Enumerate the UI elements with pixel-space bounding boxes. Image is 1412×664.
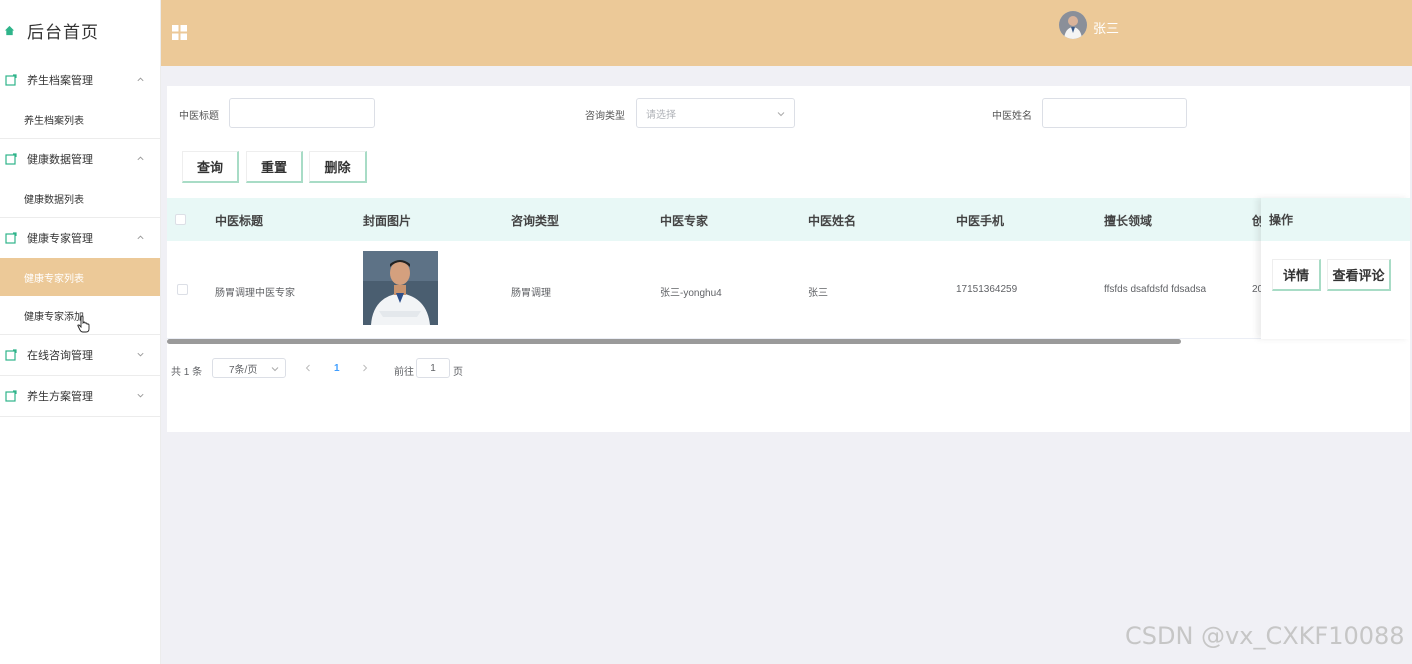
- content-panel: 中医标题 咨询类型 请选择 中医姓名 查询 重置 删除 中医标题 封面图片 咨询…: [167, 86, 1410, 432]
- sidebar-item-expert-list[interactable]: 健康专家列表: [0, 258, 160, 296]
- cell-title: 肠胃调理中医专家: [215, 288, 295, 299]
- title-search-input[interactable]: [229, 98, 375, 128]
- query-button[interactable]: 查询: [182, 151, 239, 183]
- menu-experts-label: 健康专家管理: [27, 233, 93, 245]
- page-unit-label: 页: [453, 367, 463, 378]
- select-all-checkbox[interactable]: [175, 214, 186, 225]
- table-row: 肠胃调理中医专家 肠胃调理 张三-yonghu4 张三 17151364259 …: [167, 241, 1410, 339]
- next-page-icon[interactable]: [361, 364, 369, 372]
- menu-group-consult: 在线咨询管理: [0, 335, 160, 376]
- goto-page-input[interactable]: 1: [416, 358, 450, 378]
- chevron-down-icon: [137, 352, 144, 357]
- type-search-label: 咨询类型: [585, 111, 625, 122]
- chevron-down-icon: [777, 112, 785, 117]
- current-page[interactable]: 1: [334, 363, 340, 374]
- chevron-down-icon: [137, 393, 144, 398]
- grid-menu-icon[interactable]: [172, 25, 187, 40]
- horizontal-scrollbar[interactable]: [167, 339, 1181, 344]
- sidebar-item-archive-list[interactable]: 养生档案列表: [0, 100, 160, 138]
- menu-archive-label: 养生档案管理: [27, 75, 93, 87]
- menu-health-data-manage[interactable]: 健康数据管理: [0, 139, 160, 179]
- goto-label: 前往: [394, 367, 414, 378]
- avatar[interactable]: [1059, 11, 1087, 39]
- folder-icon: [5, 74, 17, 86]
- cell-name: 张三: [808, 288, 828, 299]
- menu-group-plan: 养生方案管理: [0, 376, 160, 417]
- col-cover: 封面图片: [363, 214, 412, 228]
- col-title: 中医标题: [215, 214, 264, 228]
- top-header: 张三: [161, 0, 1412, 66]
- menu-health-data-label: 健康数据管理: [27, 154, 93, 166]
- folder-icon: [5, 390, 17, 402]
- table-header: 中医标题 封面图片 咨询类型 中医专家 中医姓名 中医手机 擅长领域 创: [167, 198, 1410, 241]
- home-icon: [4, 25, 15, 35]
- type-select-placeholder: 请选择: [646, 109, 676, 121]
- cover-image: [363, 251, 438, 325]
- reset-button[interactable]: 重置: [246, 151, 303, 183]
- chevron-up-icon: [137, 77, 144, 82]
- cell-type: 肠胃调理: [511, 288, 551, 299]
- menu-archive-manage[interactable]: 养生档案管理: [0, 60, 160, 100]
- cell-phone: 17151364259: [956, 284, 1018, 295]
- folder-icon: [5, 153, 17, 165]
- watermark: CSDN @vx_CXKF10088: [1125, 622, 1405, 650]
- col-field: 擅长领域: [1104, 214, 1153, 228]
- col-expert: 中医专家: [660, 214, 709, 228]
- row-checkbox[interactable]: [177, 284, 188, 295]
- name-search-label: 中医姓名: [992, 111, 1032, 122]
- sidebar: 后台首页 养生档案管理 养生档案列表 健康数据管理 健康数据列表 健康专家管理 …: [0, 0, 161, 664]
- cell-expert: 张三-yonghu4: [660, 288, 722, 299]
- folder-icon: [5, 232, 17, 244]
- ops-column: 操作 详情 查看评论: [1261, 198, 1410, 339]
- col-ops: 操作: [1261, 198, 1410, 241]
- chevron-down-icon: [271, 367, 279, 372]
- col-phone: 中医手机: [956, 214, 1005, 228]
- prev-page-icon[interactable]: [304, 364, 312, 372]
- menu-group-archive: 养生档案管理 养生档案列表: [0, 60, 160, 139]
- name-search-input[interactable]: [1042, 98, 1187, 128]
- delete-button[interactable]: 删除: [309, 151, 367, 183]
- menu-plan-label: 养生方案管理: [27, 391, 93, 403]
- menu-consult-manage[interactable]: 在线咨询管理: [0, 335, 160, 375]
- sidebar-brand[interactable]: 后台首页: [0, 0, 160, 60]
- chevron-up-icon: [137, 235, 144, 240]
- sidebar-item-health-data-list[interactable]: 健康数据列表: [0, 179, 160, 217]
- page-size-select[interactable]: 7条/页: [212, 358, 286, 378]
- folder-icon: [5, 349, 17, 361]
- view-comments-button[interactable]: 查看评论: [1327, 259, 1391, 291]
- menu-group-health-data: 健康数据管理 健康数据列表: [0, 139, 160, 218]
- brand-title: 后台首页: [27, 22, 99, 42]
- menu-consult-label: 在线咨询管理: [27, 350, 93, 362]
- hand-cursor-icon: [77, 315, 90, 333]
- page-size-value: 7条/页: [229, 364, 258, 376]
- menu-experts-manage[interactable]: 健康专家管理: [0, 218, 160, 258]
- menu-plan-manage[interactable]: 养生方案管理: [0, 376, 160, 416]
- title-search-label: 中医标题: [179, 111, 219, 122]
- username[interactable]: 张三: [1093, 18, 1119, 37]
- col-name: 中医姓名: [808, 214, 857, 228]
- chevron-up-icon: [137, 156, 144, 161]
- pagination-total: 共 1 条: [171, 367, 203, 378]
- detail-button[interactable]: 详情: [1272, 259, 1321, 291]
- col-type: 咨询类型: [511, 214, 560, 228]
- type-select[interactable]: 请选择: [636, 98, 795, 128]
- cell-field: ffsfds dsafdsfd fdsadsa: [1104, 284, 1207, 295]
